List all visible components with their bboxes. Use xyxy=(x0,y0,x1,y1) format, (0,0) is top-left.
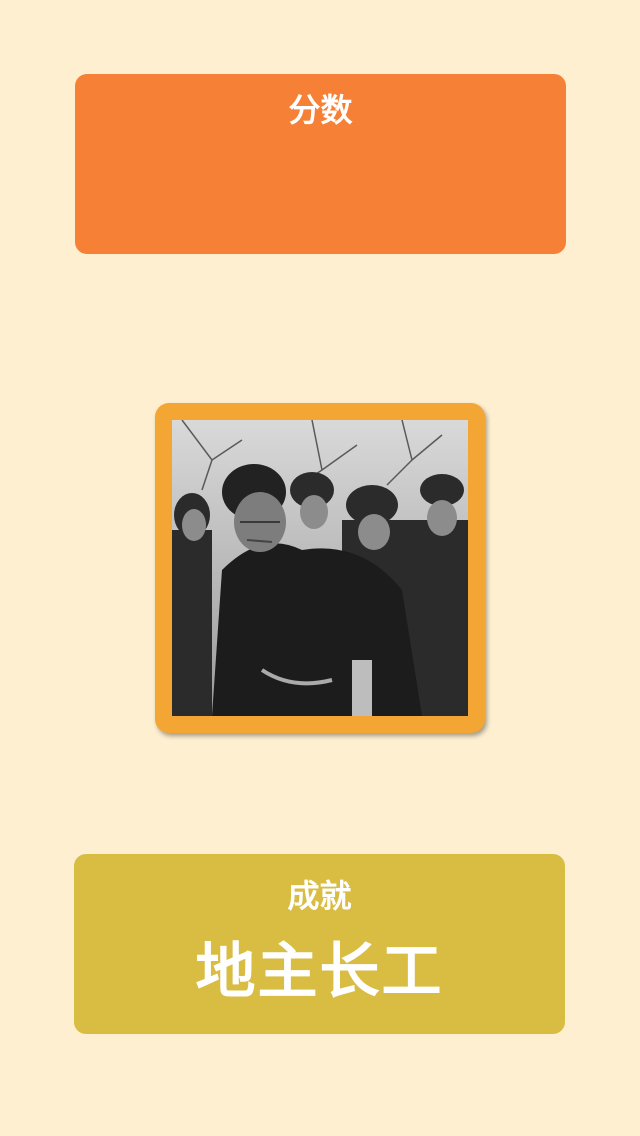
achievement-card: 成就 地主长工 xyxy=(74,854,565,1034)
score-card: 分数 xyxy=(75,74,566,254)
photo-image xyxy=(172,420,468,716)
achievement-value: 地主长工 xyxy=(195,937,444,1007)
achievement-label: 成就 xyxy=(287,877,352,915)
photo-illustration xyxy=(172,420,468,716)
photo-frame[interactable] xyxy=(155,403,485,733)
score-label: 分数 xyxy=(288,91,353,129)
